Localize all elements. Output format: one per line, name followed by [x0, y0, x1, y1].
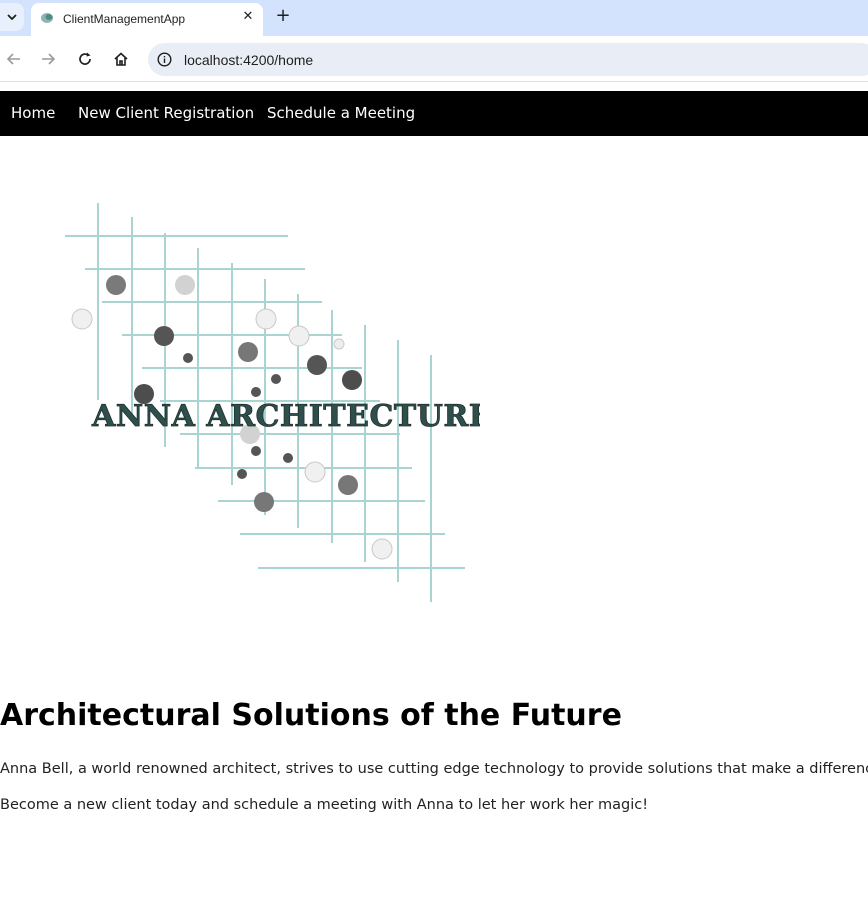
url-text[interactable]: localhost:4200/home	[184, 52, 313, 68]
app-favicon-icon	[41, 13, 53, 23]
home-icon[interactable]	[110, 48, 132, 70]
site-info-icon[interactable]	[157, 52, 172, 67]
forward-arrow-icon[interactable]	[37, 48, 59, 70]
new-tab-plus-icon[interactable]: +	[272, 5, 294, 27]
browser-toolbar: localhost:4200/home	[0, 36, 868, 82]
browser-tab-active[interactable]: ClientManagementApp ✕	[31, 3, 263, 36]
reload-icon[interactable]	[74, 48, 96, 70]
nav-new-client-registration-link[interactable]: New Client Registration	[78, 104, 254, 122]
browser-tabstrip: ClientManagementApp ✕ +	[0, 0, 868, 36]
app-navbar: Home New Client Registration Schedule a …	[0, 91, 868, 136]
tab-title: ClientManagementApp	[63, 12, 186, 26]
back-arrow-icon[interactable]	[3, 48, 25, 70]
address-bar[interactable]: localhost:4200/home	[148, 43, 868, 76]
logo-text: ANNA ARCHITECTURE	[91, 399, 480, 434]
tab-close-icon[interactable]: ✕	[239, 8, 257, 26]
anna-architecture-logo: ANNA ARCHITECTURE	[65, 203, 480, 602]
intro-paragraph: Anna Bell, a world renowned architect, s…	[0, 761, 868, 777]
nav-schedule-meeting-link[interactable]: Schedule a Meeting	[267, 104, 415, 122]
nav-home-link[interactable]: Home	[11, 104, 55, 122]
tab-search-chevron-icon[interactable]	[0, 3, 24, 31]
page-headline: Architectural Solutions of the Future	[0, 698, 622, 733]
cta-paragraph: Become a new client today and schedule a…	[0, 797, 649, 813]
